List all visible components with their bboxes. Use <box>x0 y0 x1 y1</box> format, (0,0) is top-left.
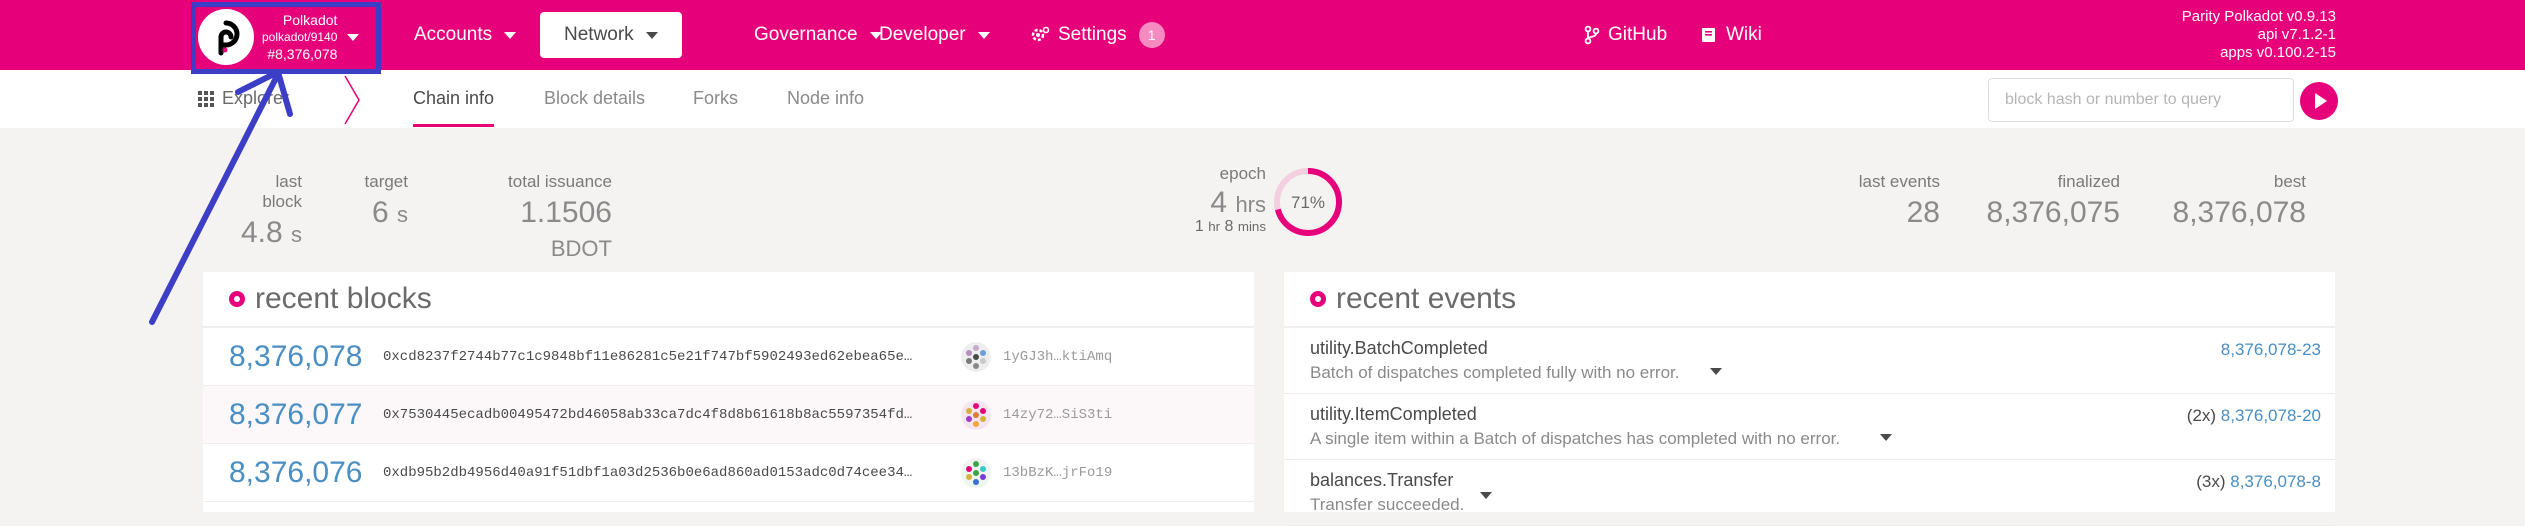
annotation-arrow-icon <box>149 69 293 325</box>
